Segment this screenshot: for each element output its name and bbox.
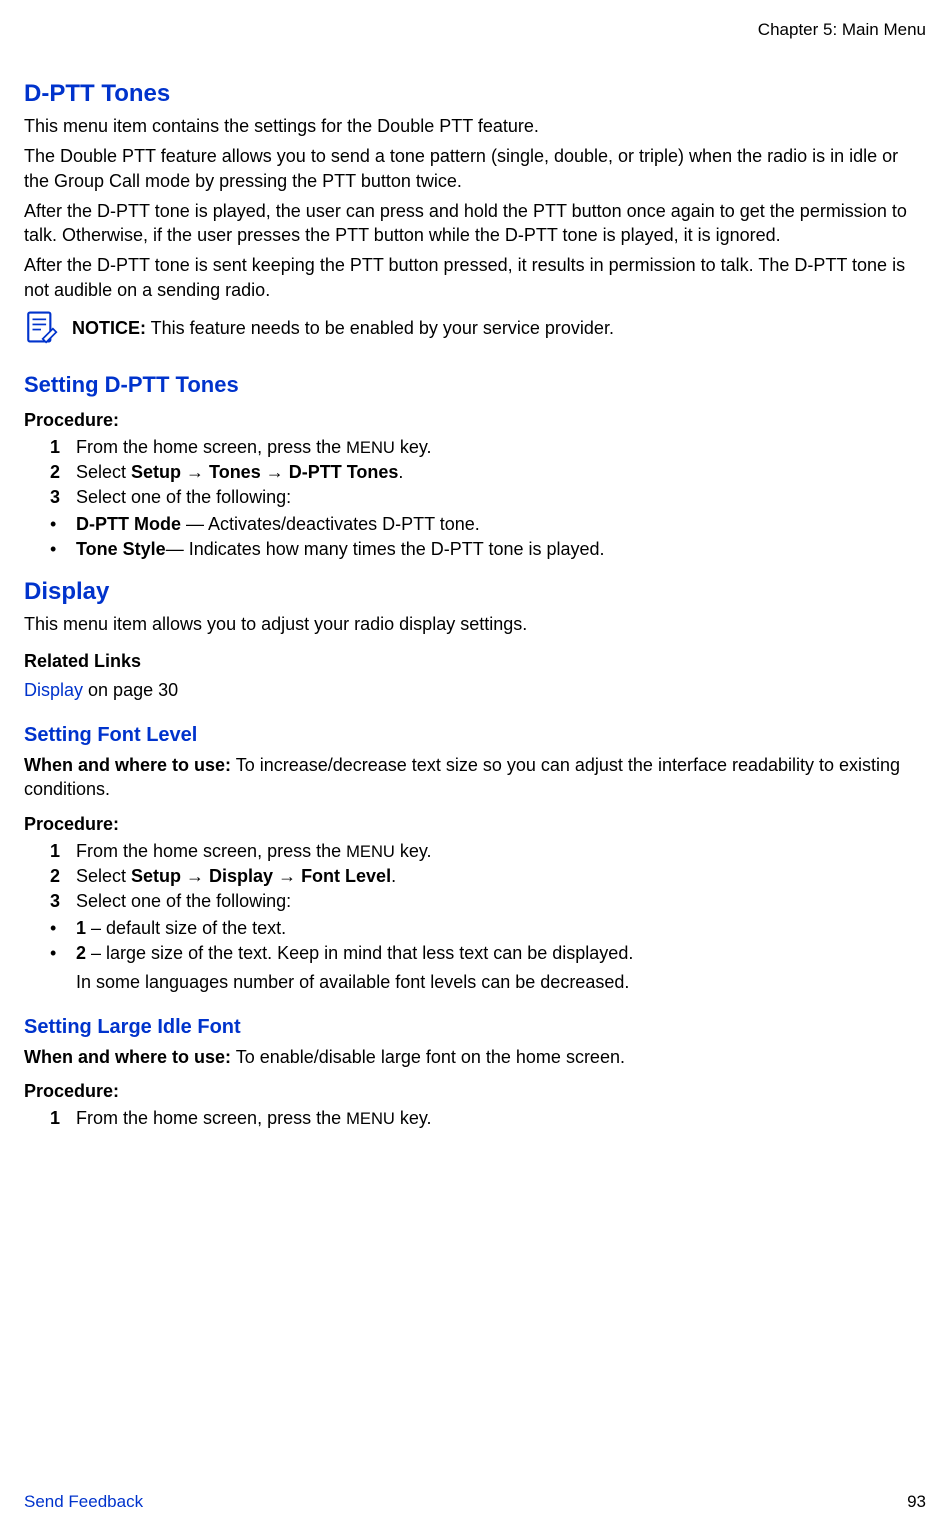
procedure-steps: 1 From the home screen, press the MENU k…: [24, 1108, 926, 1129]
step-text: Select Setup → Tones → D-PTT Tones.: [76, 462, 926, 483]
bullet-list: • 1 – default size of the text. • 2 – la…: [50, 918, 926, 964]
paragraph: This menu item contains the settings for…: [24, 114, 926, 138]
send-feedback-link[interactable]: Send Feedback: [24, 1492, 143, 1512]
text-run: From the home screen, press the: [76, 1108, 346, 1128]
when-where: When and where to use: To enable/disable…: [24, 1045, 926, 1069]
when-label: When and where to use:: [24, 755, 231, 775]
term: Tone Style: [76, 539, 166, 559]
text-run: — Indicates how many times the D-PTT ton…: [166, 539, 605, 559]
step-text: From the home screen, press the MENU key…: [76, 1108, 926, 1129]
step-text: Select one of the following:: [76, 487, 926, 508]
step: 3 Select one of the following:: [24, 487, 926, 508]
text-run: From the home screen, press the: [76, 437, 346, 457]
related-link-line: Display on page 30: [24, 678, 926, 702]
related-links-label: Related Links: [24, 651, 926, 672]
term: 1: [76, 918, 86, 938]
link-display[interactable]: Display: [24, 680, 83, 700]
text-run: — Activates/deactivates D-PTT tone.: [181, 514, 480, 534]
notice-label: NOTICE:: [72, 318, 146, 338]
step-number: 2: [50, 462, 76, 483]
step-number: 1: [50, 1108, 76, 1129]
heading-display: Display: [24, 578, 926, 606]
procedure-label: Procedure:: [24, 814, 926, 835]
step: 1 From the home screen, press the MENU k…: [24, 841, 926, 862]
text-run: Select: [76, 866, 131, 886]
paragraph: This menu item allows you to adjust your…: [24, 612, 926, 636]
page-footer: Send Feedback 93: [24, 1492, 926, 1512]
text-run: on page 30: [83, 680, 178, 700]
paragraph: After the D-PTT tone is played, the user…: [24, 199, 926, 248]
bullet-dot: •: [50, 539, 76, 560]
text-run: – default size of the text.: [86, 918, 286, 938]
text-run: key.: [395, 437, 432, 457]
heading-dptt-tones: D-PTT Tones: [24, 80, 926, 108]
text-run: .: [391, 866, 396, 886]
heading-setting-dptt: Setting D-PTT Tones: [24, 372, 926, 398]
when-label: When and where to use:: [24, 1047, 231, 1067]
list-item: • D-PTT Mode — Activates/deactivates D-P…: [50, 514, 926, 535]
menu-key: MENU: [346, 438, 395, 457]
when-text: To enable/disable large font on the home…: [231, 1047, 625, 1067]
text-run: key.: [395, 1108, 432, 1128]
text-run: key.: [395, 841, 432, 861]
step-text: Select one of the following:: [76, 891, 926, 912]
list-item: • 2 – large size of the text. Keep in mi…: [50, 943, 926, 964]
menu-path: Setup → Tones → D-PTT Tones: [131, 462, 398, 482]
step: 1 From the home screen, press the MENU k…: [24, 437, 926, 458]
list-item: • Tone Style— Indicates how many times t…: [50, 539, 926, 560]
procedure-label: Procedure:: [24, 410, 926, 431]
bullet-dot: •: [50, 943, 76, 964]
step-number: 1: [50, 841, 76, 862]
heading-setting-font-level: Setting Font Level: [24, 724, 926, 747]
page-number: 93: [907, 1492, 926, 1512]
bullet-dot: •: [50, 514, 76, 535]
step: 2 Select Setup → Display → Font Level.: [24, 866, 926, 887]
procedure-label: Procedure:: [24, 1081, 926, 1102]
term: 2: [76, 943, 86, 963]
step-number: 3: [50, 891, 76, 912]
notice-body: This feature needs to be enabled by your…: [146, 318, 614, 338]
procedure-steps: 1 From the home screen, press the MENU k…: [24, 841, 926, 912]
menu-key: MENU: [346, 842, 395, 861]
step-number: 1: [50, 437, 76, 458]
notice-icon: [24, 310, 58, 344]
step: 3 Select one of the following:: [24, 891, 926, 912]
list-text: 2 – large size of the text. Keep in mind…: [76, 943, 926, 964]
text-run: .: [398, 462, 403, 482]
note: In some languages number of available fo…: [76, 970, 926, 994]
menu-key: MENU: [346, 1109, 395, 1128]
bullet-list: • D-PTT Mode — Activates/deactivates D-P…: [50, 514, 926, 560]
step: 2 Select Setup → Tones → D-PTT Tones.: [24, 462, 926, 483]
text-run: – large size of the text. Keep in mind t…: [86, 943, 633, 963]
heading-setting-large-idle-font: Setting Large Idle Font: [24, 1016, 926, 1039]
step-text: From the home screen, press the MENU key…: [76, 841, 926, 862]
step-text: Select Setup → Display → Font Level.: [76, 866, 926, 887]
term: D-PTT Mode: [76, 514, 181, 534]
list-text: D-PTT Mode — Activates/deactivates D-PTT…: [76, 514, 926, 535]
notice-text: NOTICE: This feature needs to be enabled…: [72, 316, 614, 340]
list-item: • 1 – default size of the text.: [50, 918, 926, 939]
step-text: From the home screen, press the MENU key…: [76, 437, 926, 458]
notice-row: NOTICE: This feature needs to be enabled…: [24, 310, 926, 346]
bullet-dot: •: [50, 918, 76, 939]
step-number: 3: [50, 487, 76, 508]
list-text: 1 – default size of the text.: [76, 918, 926, 939]
paragraph: The Double PTT feature allows you to sen…: [24, 144, 926, 193]
paragraph: After the D-PTT tone is sent keeping the…: [24, 253, 926, 302]
menu-path: Setup → Display → Font Level: [131, 866, 391, 886]
chapter-header: Chapter 5: Main Menu: [24, 20, 926, 40]
text-run: From the home screen, press the: [76, 841, 346, 861]
step-number: 2: [50, 866, 76, 887]
text-run: Select: [76, 462, 131, 482]
procedure-steps: 1 From the home screen, press the MENU k…: [24, 437, 926, 508]
list-text: Tone Style— Indicates how many times the…: [76, 539, 926, 560]
step: 1 From the home screen, press the MENU k…: [24, 1108, 926, 1129]
when-where: When and where to use: To increase/decre…: [24, 753, 926, 802]
